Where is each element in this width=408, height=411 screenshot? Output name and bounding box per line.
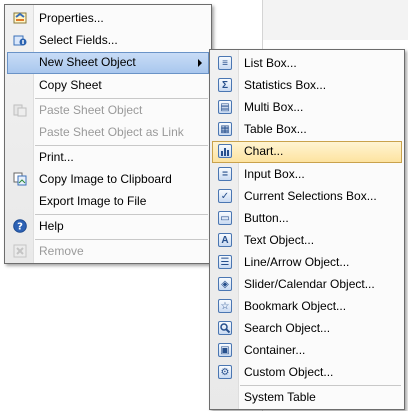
submenu-item-chart[interactable]: Chart... bbox=[212, 141, 402, 163]
input-box-icon: = bbox=[218, 167, 232, 181]
menu-item-copy-image-to-clipboard[interactable]: Copy Image to Clipboard bbox=[7, 169, 209, 190]
submenu-item-current-selections-box[interactable]: ✓ Current Selections Box... bbox=[212, 186, 402, 207]
menu-item-label: Input Box... bbox=[244, 167, 305, 181]
menu-separator bbox=[35, 98, 208, 99]
menu-item-label: Paste Sheet Object as Link bbox=[39, 125, 184, 139]
help-icon: ? bbox=[13, 219, 27, 233]
multi-box-icon: ▤ bbox=[218, 100, 232, 114]
menu-item-label: Bookmark Object... bbox=[244, 299, 347, 313]
paste-icon bbox=[13, 103, 27, 117]
select-fields-icon bbox=[13, 33, 27, 47]
list-box-icon: ≡ bbox=[218, 56, 232, 70]
menu-item-label: Remove bbox=[39, 244, 84, 258]
menu-item-label: Text Object... bbox=[244, 233, 315, 247]
text-object-icon: A bbox=[218, 233, 232, 247]
menu-item-print[interactable]: Print... bbox=[7, 147, 209, 168]
svg-text:?: ? bbox=[17, 222, 23, 233]
menu-item-label: Search Object... bbox=[244, 321, 331, 335]
menu-item-label: Paste Sheet Object bbox=[39, 103, 143, 117]
current-selections-icon: ✓ bbox=[218, 189, 232, 203]
menu-item-new-sheet-object[interactable]: New Sheet Object bbox=[7, 52, 209, 74]
menu-separator bbox=[35, 239, 208, 240]
table-box-icon: ▦ bbox=[218, 122, 232, 136]
menu-item-export-image-to-file[interactable]: Export Image to File bbox=[7, 191, 209, 212]
context-menu: Properties... Select Fields... New Sheet… bbox=[4, 4, 212, 264]
submenu-item-system-table[interactable]: System Table bbox=[212, 387, 402, 408]
slider-calendar-icon: ◈ bbox=[218, 277, 232, 291]
menu-item-label: Current Selections Box... bbox=[244, 189, 377, 203]
menu-item-label: Button... bbox=[244, 211, 289, 225]
menu-item-select-fields[interactable]: Select Fields... bbox=[7, 30, 209, 51]
menu-item-label: Line/Arrow Object... bbox=[244, 255, 350, 269]
submenu-item-slider-calendar-object[interactable]: ◈ Slider/Calendar Object... bbox=[212, 274, 402, 295]
submenu-item-text-object[interactable]: A Text Object... bbox=[212, 230, 402, 251]
menu-item-label: Multi Box... bbox=[244, 100, 304, 114]
menu-item-label: List Box... bbox=[244, 56, 297, 70]
copy-image-icon bbox=[13, 172, 27, 186]
menu-item-copy-sheet[interactable]: Copy Sheet bbox=[7, 75, 209, 96]
menu-item-label: Print... bbox=[39, 150, 74, 164]
submenu-item-button[interactable]: ▭ Button... bbox=[212, 208, 402, 229]
custom-object-icon: ⚙ bbox=[218, 365, 232, 379]
menu-item-help[interactable]: ? Help bbox=[7, 216, 209, 237]
menu-separator bbox=[35, 214, 208, 215]
statistics-box-icon: Σ bbox=[218, 78, 232, 92]
menu-item-label: Export Image to File bbox=[39, 194, 147, 208]
submenu-item-input-box[interactable]: = Input Box... bbox=[212, 164, 402, 185]
sheet-background-strip bbox=[263, 0, 408, 40]
submenu-item-list-box[interactable]: ≡ List Box... bbox=[212, 53, 402, 74]
submenu-item-container[interactable]: ▣ Container... bbox=[212, 340, 402, 361]
menu-item-label: Chart... bbox=[244, 144, 284, 158]
menu-item-remove[interactable]: Remove bbox=[7, 241, 209, 262]
button-icon: ▭ bbox=[218, 211, 232, 225]
menu-item-label: System Table bbox=[244, 390, 316, 404]
line-arrow-icon: ☰ bbox=[218, 255, 232, 269]
menu-item-label: Custom Object... bbox=[244, 365, 334, 379]
menu-item-label: Statistics Box... bbox=[244, 78, 327, 92]
submenu-item-bookmark-object[interactable]: ☆ Bookmark Object... bbox=[212, 296, 402, 317]
chart-icon bbox=[218, 144, 232, 158]
properties-icon bbox=[13, 11, 27, 25]
container-icon: ▣ bbox=[218, 343, 232, 357]
menu-item-paste-sheet-object[interactable]: Paste Sheet Object bbox=[7, 100, 209, 121]
menu-item-label: Copy Image to Clipboard bbox=[39, 172, 172, 186]
menu-item-label: Select Fields... bbox=[39, 33, 118, 47]
submenu-item-custom-object[interactable]: ⚙ Custom Object... bbox=[212, 362, 402, 383]
new-sheet-object-submenu: ≡ List Box... Σ Statistics Box... ▤ Mult… bbox=[209, 49, 405, 410]
menu-item-label: Copy Sheet bbox=[39, 78, 102, 92]
menu-item-label: Help bbox=[39, 219, 64, 233]
submenu-item-line-arrow-object[interactable]: ☰ Line/Arrow Object... bbox=[212, 252, 402, 273]
menu-item-paste-sheet-object-as-link[interactable]: Paste Sheet Object as Link bbox=[7, 122, 209, 143]
bookmark-icon: ☆ bbox=[218, 299, 232, 313]
remove-icon bbox=[13, 244, 27, 258]
menu-item-label: Table Box... bbox=[244, 122, 307, 136]
menu-separator bbox=[35, 145, 208, 146]
menu-item-label: Slider/Calendar Object... bbox=[244, 277, 375, 291]
submenu-item-search-object[interactable]: Search Object... bbox=[212, 318, 402, 339]
search-object-icon bbox=[218, 321, 232, 335]
menu-item-properties[interactable]: Properties... bbox=[7, 8, 209, 29]
submenu-item-multi-box[interactable]: ▤ Multi Box... bbox=[212, 97, 402, 118]
menu-item-label: Properties... bbox=[39, 11, 104, 25]
menu-separator bbox=[240, 385, 401, 386]
menu-item-label: New Sheet Object bbox=[39, 55, 136, 69]
submenu-item-table-box[interactable]: ▦ Table Box... bbox=[212, 119, 402, 140]
submenu-arrow-icon bbox=[198, 59, 202, 67]
submenu-item-statistics-box[interactable]: Σ Statistics Box... bbox=[212, 75, 402, 96]
menu-item-label: Container... bbox=[244, 343, 306, 357]
